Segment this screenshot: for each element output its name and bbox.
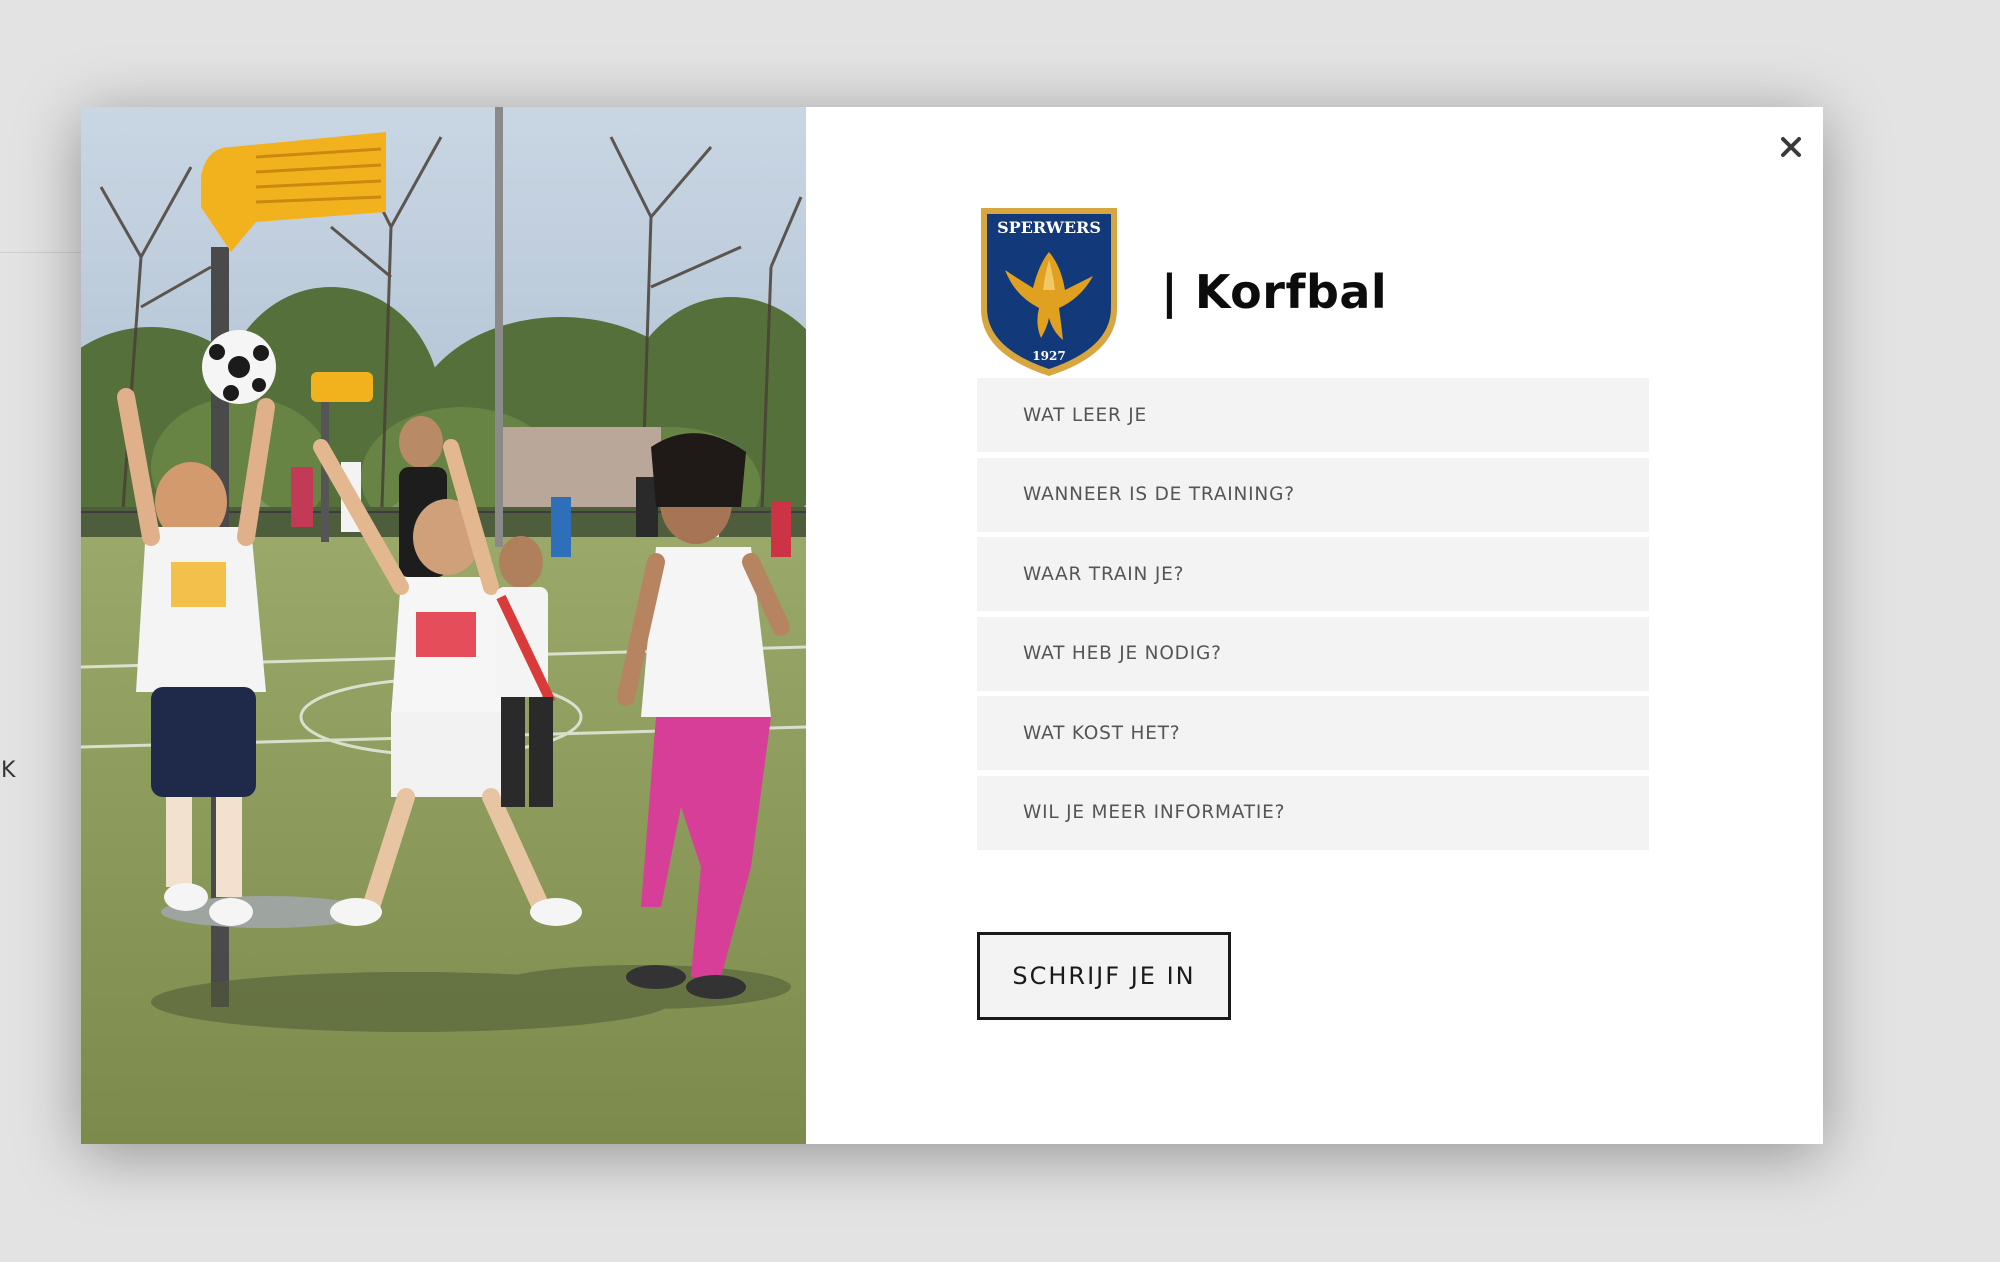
korfbal-modal: SPERWERS 1927 | Korfbal WAT LEER JE WANN… <box>81 107 1823 1144</box>
svg-text:SPERWERS: SPERWERS <box>997 218 1101 237</box>
faq-item-wanneer-training[interactable]: WANNEER IS DE TRAINING? <box>977 457 1649 532</box>
close-icon <box>1781 137 1801 157</box>
close-button[interactable] <box>1771 127 1811 167</box>
faq-item-label: WAT LEER JE <box>1023 404 1148 426</box>
faq-item-label: WANNEER IS DE TRAINING? <box>1023 484 1295 505</box>
faq-item-wat-kost-het[interactable]: WAT KOST HET? <box>977 696 1649 770</box>
faq-item-wat-leer-je[interactable]: WAT LEER JE <box>977 378 1649 452</box>
signup-button[interactable]: SCHRIJF JE IN <box>977 932 1231 1020</box>
faq-item-meer-informatie[interactable]: WIL JE MEER INFORMATIE? <box>977 775 1649 850</box>
background-divider <box>0 252 90 253</box>
faq-accordion: WAT LEER JE WANNEER IS DE TRAINING? WAAR… <box>977 378 1649 855</box>
faq-item-label: WAT HEB JE NODIG? <box>1023 643 1222 664</box>
brand-header: SPERWERS 1927 | Korfbal <box>977 204 1387 379</box>
faq-item-label: WAT KOST HET? <box>1023 722 1181 744</box>
faq-item-label: WAAR TRAIN JE? <box>1023 563 1185 585</box>
faq-item-waar-train-je[interactable]: WAAR TRAIN JE? <box>977 537 1649 611</box>
korfbal-photo <box>81 107 806 1144</box>
background-text-fragment: K <box>1 758 16 783</box>
svg-text:1927: 1927 <box>1032 349 1065 363</box>
page-title: | Korfbal <box>1161 264 1388 319</box>
sperwers-crest-logo: SPERWERS 1927 <box>981 208 1117 376</box>
faq-item-label: WIL JE MEER INFORMATIE? <box>1023 802 1286 823</box>
faq-item-wat-heb-je-nodig[interactable]: WAT HEB JE NODIG? <box>977 616 1649 691</box>
